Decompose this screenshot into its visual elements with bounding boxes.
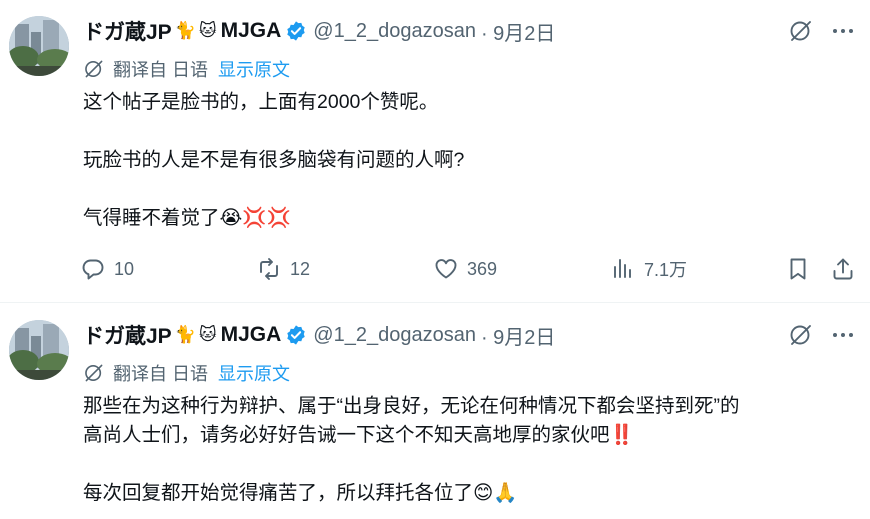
author-handle[interactable]: @1_2_dogazosan bbox=[313, 20, 476, 43]
tweet-date[interactable]: · 9月2日 bbox=[481, 321, 555, 350]
bookmark-icon bbox=[790, 258, 806, 280]
view-count: 7.1万 bbox=[644, 260, 688, 280]
tweet-text-line: 高尚人士们，请务必好好告诫一下这个不知天高地厚的家伙吧‼️ bbox=[83, 424, 634, 446]
tweet[interactable]: ドガ蔵JP 🐈 🐱 MJGA @1_2_dogazosan · 9月2日 翻译自… bbox=[0, 0, 870, 303]
views-icon bbox=[614, 259, 631, 278]
tweet-text-line: 那些在为这种行为辩护、属于“出身良好，无论在何种情况下都会坚持到死”的 bbox=[83, 395, 740, 417]
translation-notice: 翻译自 日语 显示原文 bbox=[83, 56, 290, 82]
bookmark-button[interactable] bbox=[785, 252, 811, 286]
translated-from-label: 翻译自 日语 bbox=[113, 60, 209, 80]
tweet-header: ドガ蔵JP 🐈 🐱 MJGA @1_2_dogazosan · 9月2日 bbox=[83, 16, 555, 46]
more-icon[interactable] bbox=[828, 16, 858, 46]
more-icon[interactable] bbox=[828, 320, 858, 350]
author-handle[interactable]: @1_2_dogazosan bbox=[313, 324, 476, 347]
tweet-text-line: 这个帖子是脸书的，上面有2000个赞呢。 bbox=[83, 91, 439, 113]
repost-count: 12 bbox=[290, 258, 311, 279]
tweet-text-line: 气得睡不着觉了😭💢💢 bbox=[83, 207, 291, 229]
translate-icon bbox=[85, 364, 103, 382]
grok-icon[interactable] bbox=[786, 16, 816, 46]
avatar[interactable] bbox=[9, 320, 69, 380]
show-original-link[interactable]: 显示原文 bbox=[218, 360, 290, 386]
grok-icon[interactable] bbox=[786, 320, 816, 350]
tweet-text: 那些在为这种行为辩护、属于“出身良好，无论在何种情况下都会坚持到死”的 高尚人士… bbox=[83, 392, 853, 508]
tweet-header: ドガ蔵JP 🐈 🐱 MJGA @1_2_dogazosan · 9月2日 bbox=[83, 320, 555, 350]
author-name[interactable]: ドガ蔵JP bbox=[83, 16, 172, 46]
tweet-top-actions bbox=[786, 16, 858, 46]
cat-face-emoji: 🐱 bbox=[198, 325, 217, 344]
share-icon bbox=[833, 258, 853, 280]
author-name[interactable]: ドガ蔵JP bbox=[83, 320, 172, 350]
timeline-feed: ドガ蔵JP 🐈 🐱 MJGA @1_2_dogazosan · 9月2日 翻译自… bbox=[0, 0, 870, 519]
reply-count: 10 bbox=[114, 258, 135, 279]
author-suffix[interactable]: MJGA bbox=[221, 323, 282, 347]
cat-face-emoji: 🐱 bbox=[198, 21, 217, 40]
like-button[interactable]: 369 bbox=[433, 252, 497, 286]
translated-from-label: 翻译自 日语 bbox=[113, 364, 209, 384]
repost-button[interactable]: 12 bbox=[256, 252, 310, 286]
show-original-link[interactable]: 显示原文 bbox=[218, 56, 290, 82]
verified-badge-icon bbox=[287, 325, 305, 345]
tweet-actions: 10 12 369 7.1万 bbox=[80, 252, 860, 288]
translation-notice: 翻译自 日语 显示原文 bbox=[83, 360, 290, 386]
views-button[interactable]: 7.1万 bbox=[610, 252, 687, 286]
tweet[interactable]: ドガ蔵JP 🐈 🐱 MJGA @1_2_dogazosan · 9月2日 翻译自… bbox=[0, 304, 870, 519]
author-suffix[interactable]: MJGA bbox=[221, 19, 282, 43]
reply-icon bbox=[82, 259, 104, 280]
verified-badge-icon bbox=[287, 21, 305, 41]
tweet-text-line: 每次回复都开始觉得痛苦了，所以拜托各位了😊🙏 bbox=[83, 482, 518, 504]
repost-icon bbox=[260, 258, 278, 280]
avatar[interactable] bbox=[9, 16, 69, 76]
cat-emoji: 🐈 bbox=[174, 325, 196, 344]
reply-button[interactable]: 10 bbox=[80, 252, 134, 286]
like-icon bbox=[435, 259, 457, 279]
tweet-top-actions bbox=[786, 320, 858, 350]
tweet-text-line: 玩脸书的人是不是有很多脑袋有问题的人啊? bbox=[83, 149, 465, 171]
like-count: 369 bbox=[467, 258, 498, 279]
translate-icon bbox=[85, 60, 103, 78]
tweet-text: 这个帖子是脸书的，上面有2000个赞呢。 玩脸书的人是不是有很多脑袋有问题的人啊… bbox=[83, 88, 853, 233]
cat-emoji: 🐈 bbox=[174, 21, 196, 40]
tweet-date[interactable]: · 9月2日 bbox=[481, 17, 555, 46]
share-button[interactable] bbox=[830, 252, 856, 286]
